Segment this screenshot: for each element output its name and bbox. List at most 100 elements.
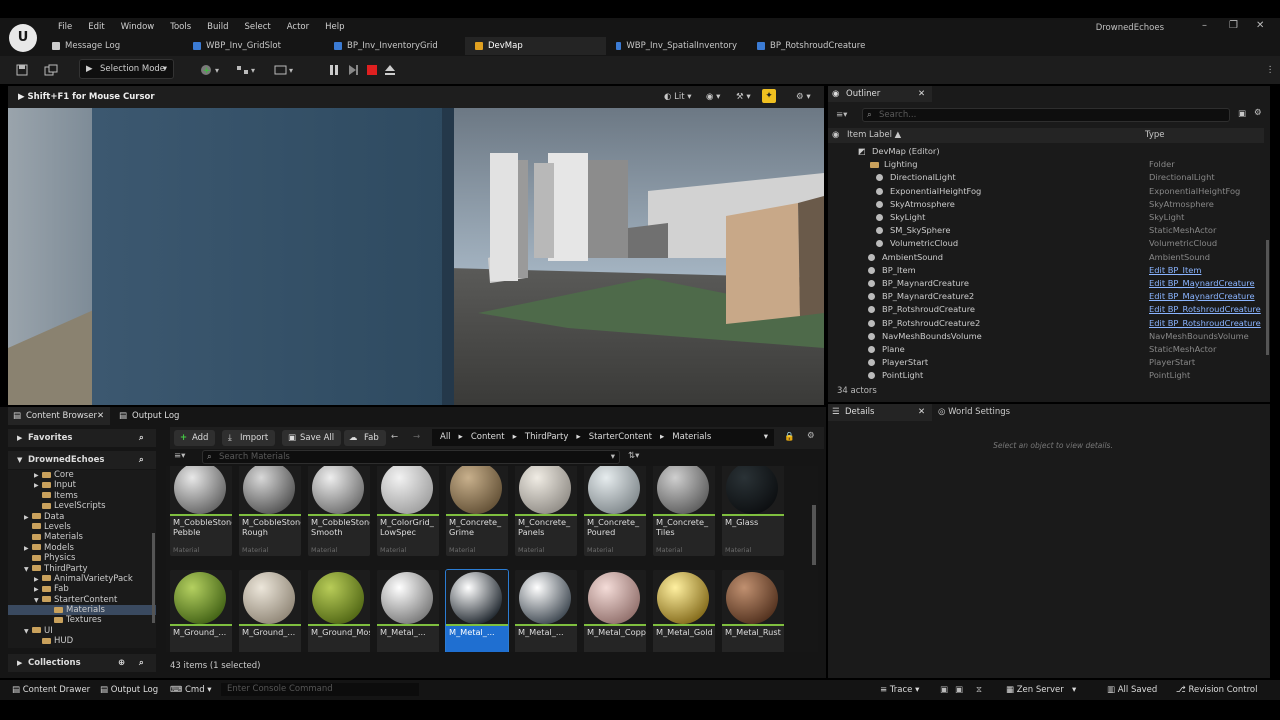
asset-tile[interactable]: M_Concrete_ Grime Material [446, 466, 508, 556]
outliner-row[interactable]: DirectionalLight DirectionalLight [828, 171, 1264, 184]
sort-icon[interactable]: ⇅▾ [628, 451, 639, 461]
pause-icon[interactable] [326, 61, 342, 79]
asset-tile[interactable]: M_Metal_Gold [653, 570, 715, 652]
outliner-row[interactable]: BP_MaynardCreature2 Edit BP_MaynardCreatu… [828, 290, 1264, 303]
search-icon[interactable]: ⌕ [139, 429, 144, 447]
outliner-row[interactable]: ExponentialHeightFog ExponentialHeightFog [828, 185, 1264, 198]
console-input[interactable]: Enter Console Command [221, 683, 419, 696]
asset-tile[interactable]: M_Ground_... [239, 570, 301, 652]
outliner-row-type[interactable]: Edit BP_RotshroudCreature [1149, 317, 1261, 330]
item-label-column[interactable]: Item Label ▲ [847, 128, 901, 143]
tree-item[interactable]: ▶ Core [8, 470, 156, 480]
screenshot-icon[interactable]: ▣ [955, 685, 963, 695]
gear-icon[interactable]: ⚙ [1254, 108, 1262, 118]
asset-tile[interactable]: M_CobbleStone_ Rough Material [239, 466, 301, 556]
asset-tile[interactable]: M_CobbleStone_ Pebble Material [170, 466, 232, 556]
maximize-icon[interactable]: ❐ [1229, 20, 1238, 31]
outliner-row-type[interactable]: Edit BP_MaynardCreature [1149, 290, 1255, 303]
menu-item-build[interactable]: Build [199, 22, 236, 32]
tree-item[interactable]: HUD [8, 636, 156, 646]
asset-tile[interactable]: M_Metal_... [445, 569, 509, 652]
breadcrumb-item[interactable]: Materials [672, 432, 711, 442]
outliner-row[interactable]: Plane StaticMeshActor [828, 343, 1264, 356]
level-viewport[interactable] [8, 108, 824, 405]
cmd-dropdown[interactable]: ⌨ Cmd ▾ [170, 685, 212, 695]
outliner-row[interactable]: AmbientSound AmbientSound [828, 251, 1264, 264]
menu-item-help[interactable]: Help [317, 22, 352, 32]
outliner-row[interactable]: VolumetricCloud VolumetricCloud [828, 237, 1264, 250]
tree-item[interactable]: ▶ AnimalVarietyPack [8, 574, 156, 584]
outliner-row-type[interactable]: Edit BP_MaynardCreature [1149, 277, 1255, 290]
search-icon[interactable]: ⌕ [139, 654, 144, 672]
asset-tile[interactable]: M_Metal_Rust [722, 570, 784, 652]
menu-item-window[interactable]: Window [113, 22, 163, 32]
content-drawer-button[interactable]: ▤ Content Drawer [12, 685, 90, 695]
unreal-logo-icon[interactable]: U [9, 24, 37, 52]
asset-tile[interactable]: M_Concrete_ Poured Material [584, 466, 646, 556]
tab-bp-inv-inventorygrid[interactable]: BP_Inv_InventoryGrid [324, 37, 465, 55]
outliner-scrollbar[interactable] [1266, 240, 1269, 355]
realtime-icon[interactable]: ✦ [762, 89, 776, 103]
tab-bp-rotshroudcreature[interactable]: BP_RotshroudCreature [747, 37, 888, 55]
menu-item-edit[interactable]: Edit [80, 22, 112, 32]
tab-message-log[interactable]: Message Log [42, 37, 183, 55]
stop-icon[interactable] [364, 61, 380, 79]
asset-tile[interactable]: M_Ground_Moss [308, 570, 370, 652]
zen-server-button[interactable]: ▦ Zen Server ▾ [1006, 685, 1076, 695]
more-icon[interactable]: ⋮ [1265, 61, 1275, 79]
add-collection-icon[interactable]: ⊕ [118, 654, 125, 672]
outliner-search-input[interactable]: ⌕ Search... [862, 108, 1230, 122]
project-root-section[interactable]: ▼ DrownedEchoes ⌕ [8, 451, 156, 469]
outliner-row[interactable]: PointLight PointLight [828, 369, 1264, 382]
lock-icon[interactable]: 🔒 [784, 432, 795, 442]
outliner-row[interactable]: SM_SkySphere StaticMeshActor [828, 224, 1264, 237]
outliner-row[interactable]: BP_MaynardCreature Edit BP_MaynardCreatur… [828, 277, 1264, 290]
chevron-right-icon[interactable]: ▸ [459, 432, 463, 442]
outliner-row[interactable]: SkyLight SkyLight [828, 211, 1264, 224]
asset-tile[interactable]: M_Metal_Copper [584, 570, 646, 652]
save-icon[interactable] [14, 61, 30, 79]
trace-dropdown[interactable]: ≡ Trace ▾ [880, 685, 919, 695]
materials-search-input[interactable]: ⌕ Search Materials ▾ [202, 450, 620, 464]
derived-data-icon[interactable]: ⧖ [976, 685, 982, 695]
tree-item[interactable]: Levels [8, 522, 156, 532]
asset-tile[interactable]: M_Ground_... [170, 570, 232, 652]
eject-icon[interactable] [382, 61, 398, 79]
menu-item-select[interactable]: Select [237, 22, 279, 32]
breadcrumb-item[interactable]: Content [471, 432, 505, 442]
chevron-right-icon[interactable]: ▸ [576, 432, 580, 442]
collections-section[interactable]: ▶ Collections ⊕ ⌕ [8, 654, 156, 672]
search-icon[interactable]: ⌕ [139, 451, 144, 469]
menu-item-tools[interactable]: Tools [162, 22, 199, 32]
asset-tile[interactable]: M_Metal_... [377, 570, 439, 652]
outliner-row[interactable]: SkyAtmosphere SkyAtmosphere [828, 198, 1264, 211]
forward-icon[interactable]: → [413, 432, 420, 442]
chevron-right-icon[interactable]: ▸ [513, 432, 517, 442]
show-flags-icon[interactable]: ◉ ▾ [706, 90, 720, 104]
close-icon[interactable]: ✕ [97, 407, 104, 425]
close-icon[interactable]: ✕ [1256, 20, 1264, 31]
outliner-row[interactable]: BP_RotshroudCreature2 Edit BP_RotshroudCr… [828, 317, 1264, 330]
filter-icon[interactable]: ≡▾ [174, 451, 185, 461]
asset-scrollbar[interactable] [812, 505, 816, 565]
outliner-row[interactable]: BP_Item Edit BP_Item [828, 264, 1264, 277]
outliner-row[interactable]: ◩ DevMap (Editor) [828, 145, 1264, 158]
tree-item[interactable]: Physics [8, 553, 156, 563]
tree-item[interactable]: ▼ ThirdParty [8, 564, 156, 574]
tab-wbp-inv-gridslot[interactable]: WBP_Inv_GridSlot [183, 37, 324, 55]
tree-item[interactable]: ▼ UI [8, 626, 156, 636]
snap-settings-icon[interactable]: ⚒ ▾ [736, 90, 751, 104]
close-icon[interactable]: ✕ [918, 86, 925, 102]
outliner-tab[interactable]: ◉ Outliner ✕ [828, 86, 932, 102]
outliner-row-type[interactable]: Edit BP_RotshroudCreature [1149, 303, 1261, 316]
chevron-down-icon[interactable]: ▼ [24, 627, 32, 637]
asset-tile[interactable]: M_Concrete_ Panels Material [515, 466, 577, 556]
asset-tile[interactable]: M_Glass Material [722, 466, 784, 556]
save-all-button[interactable]: ▣ Save All [282, 430, 342, 446]
content-browser-tab[interactable]: ▤ Content Browser ✕ [8, 407, 110, 425]
outliner-row[interactable]: PlayerStart PlayerStart [828, 356, 1264, 369]
tree-item[interactable]: Textures [8, 615, 156, 625]
cinematics-icon[interactable]: ▾ [272, 61, 298, 79]
chevron-down-icon[interactable]: ▼ [34, 596, 42, 606]
world-settings-tab[interactable]: ◎ World Settings [938, 404, 1010, 421]
